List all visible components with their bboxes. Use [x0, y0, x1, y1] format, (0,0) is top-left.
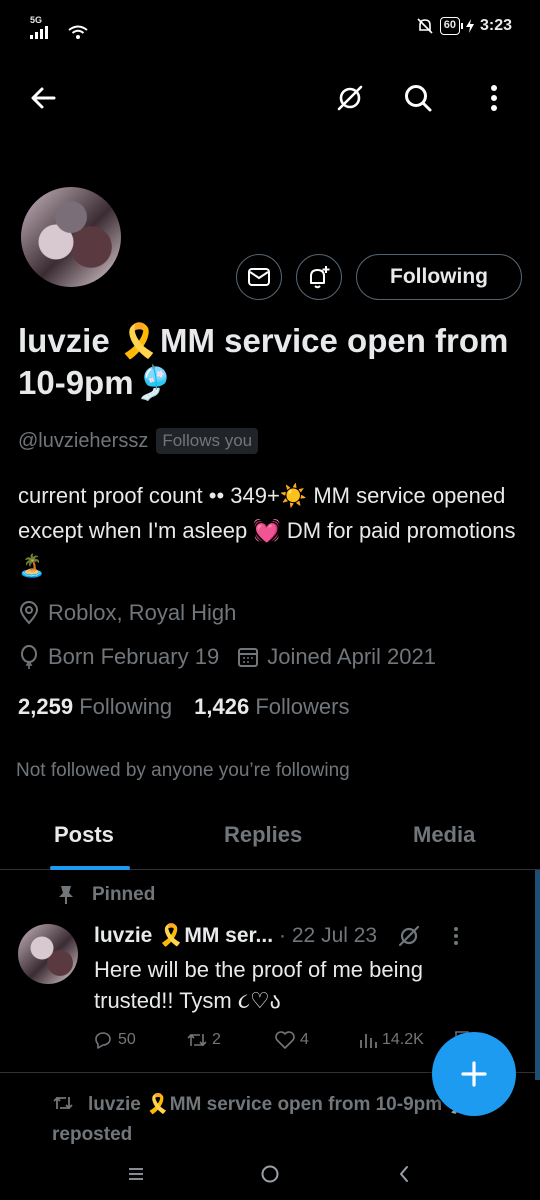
followers-label: Followers — [255, 694, 350, 719]
pin-icon — [59, 886, 73, 904]
joined-text: Joined April 2021 — [267, 644, 436, 669]
bio: current proof count •• 349+☀️ MM service… — [18, 483, 516, 578]
tab-media[interactable]: Media — [413, 822, 475, 848]
location-pin-icon — [19, 601, 39, 625]
menu-icon — [129, 1168, 143, 1180]
repost-button[interactable]: 2 — [186, 1030, 221, 1050]
tab-replies[interactable]: Replies — [224, 822, 302, 848]
followers-stat[interactable]: 1,426 Followers — [194, 694, 349, 720]
followers-count: 1,426 — [194, 694, 250, 719]
plus-icon — [461, 1061, 487, 1087]
follow-stats: 2,259 Following 1,426 Followers — [18, 694, 349, 720]
repost-icon — [187, 1033, 207, 1047]
signal-icon — [30, 26, 48, 39]
tweet-date[interactable]: · 22 Jul 23 — [279, 924, 377, 948]
system-back-button[interactable] — [384, 1158, 424, 1190]
reply-button[interactable]: 50 — [94, 1030, 136, 1050]
tweet-header: luvzie 🎗️MM ser... · 22 Jul 23 — [94, 924, 459, 948]
tweet-avatar[interactable] — [18, 924, 78, 984]
calendar-icon — [238, 648, 259, 667]
wifi-icon — [68, 25, 88, 39]
more-button[interactable] — [474, 78, 514, 118]
following-count: 2,259 — [18, 694, 74, 719]
balloon-icon — [21, 645, 37, 669]
more-vertical-icon[interactable] — [453, 926, 459, 946]
back-button[interactable] — [24, 78, 64, 118]
arrow-left-icon — [31, 87, 56, 109]
tab-posts[interactable]: Posts — [54, 822, 114, 848]
envelope-icon — [248, 268, 270, 286]
search-icon — [405, 85, 432, 112]
repost-icon — [53, 1096, 73, 1110]
follows-you-badge: Follows you — [156, 428, 259, 454]
home-button[interactable] — [250, 1158, 290, 1190]
heart-icon — [275, 1031, 295, 1049]
profile-tabs: Posts Replies Media — [0, 810, 540, 870]
handle: @luvzieherssz — [18, 429, 149, 452]
status-left: 5G — [30, 16, 88, 39]
bell-plus-icon — [310, 266, 330, 289]
charging-icon — [465, 19, 474, 33]
location-row: Roblox, Royal High — [18, 600, 236, 626]
scrollbar[interactable] — [535, 870, 540, 1080]
more-vertical-icon — [491, 85, 497, 111]
grok-button[interactable] — [330, 78, 370, 118]
display-name: luvzie 🎗️MM service open from 10-9pm🎐 — [18, 322, 509, 401]
notify-button[interactable] — [296, 254, 342, 300]
pinned-label: Pinned — [92, 884, 156, 905]
profile-avatar[interactable] — [18, 184, 124, 290]
repost-count: 2 — [212, 1031, 221, 1048]
tweet-author-name[interactable]: luvzie 🎗️MM ser... — [94, 924, 273, 948]
compose-button[interactable] — [432, 1032, 516, 1116]
home-circle-icon — [261, 1165, 279, 1183]
search-button[interactable] — [398, 78, 438, 118]
clock: 3:23 — [479, 17, 512, 34]
grok-icon[interactable] — [397, 924, 421, 948]
reply-count: 50 — [118, 1031, 136, 1048]
active-tab-indicator — [50, 866, 130, 870]
dates-row: Born February 19 Joined April 2021 — [18, 644, 436, 670]
views-count: 14.2K — [382, 1031, 424, 1048]
like-button[interactable]: 4 — [274, 1030, 309, 1050]
following-label: Following — [79, 694, 173, 719]
handle-row: @luvzieherssz Follows you — [18, 428, 259, 454]
status-right: 60 3:23 — [416, 17, 512, 35]
following-stat[interactable]: 2,259 Following — [18, 694, 172, 720]
views-icon — [360, 1034, 377, 1048]
repost-context-text[interactable]: luvzie 🎗️MM service open from 10-9pm 🎐 r… — [52, 1094, 471, 1145]
bell-muted-icon — [417, 18, 433, 34]
views-button[interactable]: 14.2K — [358, 1030, 424, 1050]
reply-icon — [95, 1032, 111, 1049]
following-button[interactable]: Following — [356, 254, 522, 300]
network-type: 5G — [30, 15, 43, 25]
system-nav-bar — [0, 1148, 540, 1200]
like-count: 4 — [300, 1031, 309, 1048]
grok-icon — [337, 85, 363, 111]
pinned-label-row: Pinned — [58, 884, 155, 906]
birthday-text: Born February 19 — [48, 644, 220, 669]
location-text: Roblox, Royal High — [48, 600, 237, 625]
battery-indicator: 60 — [439, 17, 464, 35]
top-nav — [0, 70, 540, 122]
recent-apps-button[interactable] — [116, 1158, 156, 1190]
status-bar: 5G 60 3:23 — [0, 0, 540, 56]
tweet-text: Here will be the proof of me being trust… — [94, 957, 423, 1013]
chevron-left-icon — [400, 1166, 408, 1182]
not-followed-text: Not followed by anyone you’re following — [16, 760, 350, 781]
message-button[interactable] — [236, 254, 282, 300]
